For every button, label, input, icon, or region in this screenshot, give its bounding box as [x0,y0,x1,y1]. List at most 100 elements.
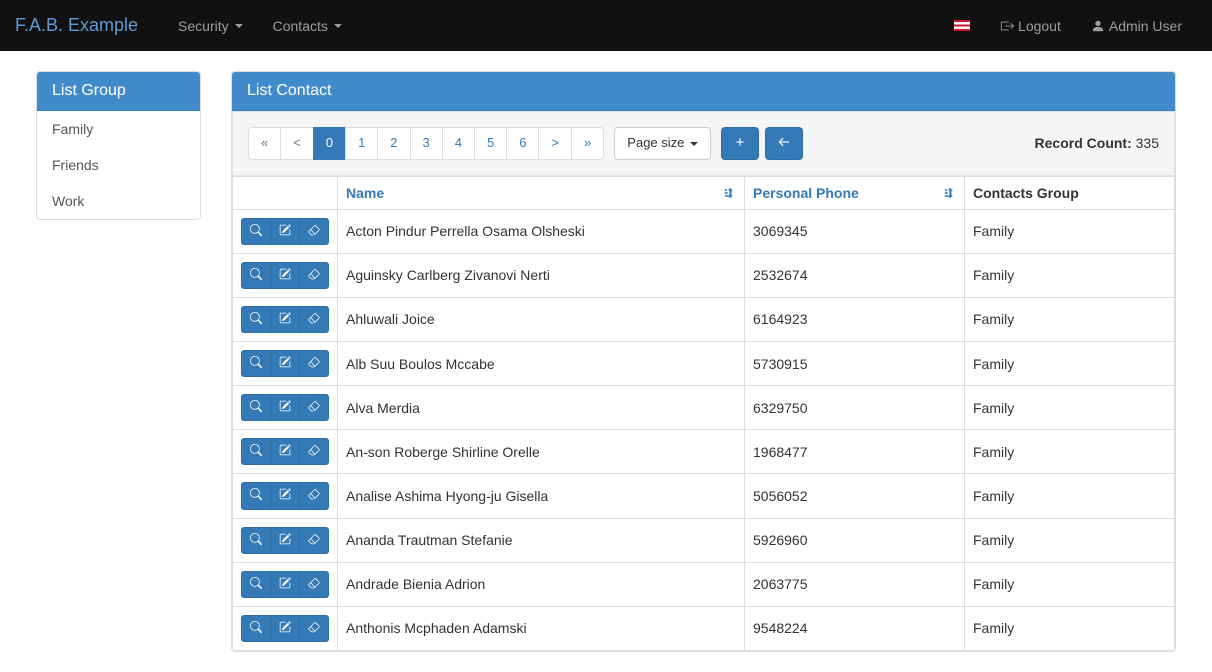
logout-icon [1000,19,1014,33]
sidebar-item-friends[interactable]: Friends [37,147,200,183]
edit-icon [279,621,291,633]
row-actions [241,394,329,421]
list-group-panel: List Group Family Friends Work [36,71,201,220]
pagination: « < 0 1 2 3 4 5 6 > » [248,127,604,160]
row-delete-button[interactable] [299,306,329,333]
search-icon [250,312,262,324]
row-show-button[interactable] [241,262,271,289]
logout-link[interactable]: Logout [985,3,1076,49]
cell-group: Family [965,606,1175,650]
sort-icon[interactable] [944,187,956,199]
list-contact-panel: List Contact « < 0 1 2 3 4 5 6 > » [231,71,1176,652]
row-edit-button[interactable] [270,262,300,289]
cell-name: An-son Roberge Shirline Orelle [338,430,745,474]
cell-name: Ahluwali Joice [338,297,745,341]
list-contact-heading: List Contact [232,72,1175,111]
row-edit-button[interactable] [270,306,300,333]
row-show-button[interactable] [241,571,271,598]
row-delete-button[interactable] [299,615,329,642]
cell-group: Family [965,474,1175,518]
page-size-button[interactable]: Page size [614,127,711,160]
row-edit-button[interactable] [270,527,300,554]
row-delete-button[interactable] [299,350,329,377]
row-show-button[interactable] [241,350,271,377]
cell-phone: 9548224 [745,606,965,650]
row-delete-button[interactable] [299,482,329,509]
row-edit-button[interactable] [270,615,300,642]
col-personal-phone[interactable]: Personal Phone [745,176,965,209]
page-2[interactable]: 2 [377,127,410,160]
row-delete-button[interactable] [299,438,329,465]
page-prev[interactable]: < [280,127,314,160]
col-name[interactable]: Name [338,176,745,209]
flag-icon [954,20,970,31]
cell-name: Alva Merdia [338,386,745,430]
row-show-button[interactable] [241,218,271,245]
edit-icon [279,533,291,545]
cell-name: Analise Ashima Hyong-ju Gisella [338,474,745,518]
edit-icon [279,488,291,500]
row-show-button[interactable] [241,482,271,509]
row-edit-button[interactable] [270,438,300,465]
cell-name: Aguinsky Carlberg Zivanovi Nerti [338,253,745,297]
cell-group: Family [965,562,1175,606]
row-edit-button[interactable] [270,218,300,245]
edit-icon [279,577,291,589]
row-show-button[interactable] [241,438,271,465]
back-button[interactable] [765,127,803,160]
row-show-button[interactable] [241,615,271,642]
row-actions [241,438,329,465]
nav-contacts[interactable]: Contacts [258,3,357,49]
cell-group: Family [965,430,1175,474]
row-show-button[interactable] [241,306,271,333]
language-selector[interactable] [939,5,985,46]
brand-link[interactable]: F.A.B. Example [15,0,153,51]
page-last[interactable]: » [571,127,604,160]
search-icon [250,488,262,500]
sort-icon[interactable] [724,187,736,199]
page-size-label: Page size [627,135,684,150]
cell-phone: 5730915 [745,341,965,385]
eraser-icon [308,312,320,324]
col-name-label: Name [346,185,384,201]
page-5[interactable]: 5 [474,127,507,160]
nav-security[interactable]: Security [163,3,258,49]
row-delete-button[interactable] [299,262,329,289]
eraser-icon [308,577,320,589]
row-show-button[interactable] [241,394,271,421]
row-edit-button[interactable] [270,482,300,509]
cell-name: Andrade Bienia Adrion [338,562,745,606]
row-delete-button[interactable] [299,218,329,245]
user-menu[interactable]: Admin User [1076,3,1197,49]
col-phone-label: Personal Phone [753,185,859,201]
row-actions [241,262,329,289]
caret-icon [235,24,243,28]
row-show-button[interactable] [241,527,271,554]
edit-icon [279,268,291,280]
page-1[interactable]: 1 [345,127,378,160]
page-0[interactable]: 0 [313,127,346,160]
add-button[interactable] [721,127,759,160]
row-edit-button[interactable] [270,394,300,421]
col-contacts-group: Contacts Group [965,176,1175,209]
page-6[interactable]: 6 [506,127,539,160]
sidebar-item-work[interactable]: Work [37,183,200,219]
table-row: Andrade Bienia Adrion 2063775 Family [233,562,1175,606]
eraser-icon [308,488,320,500]
page-3[interactable]: 3 [410,127,443,160]
sidebar-item-family[interactable]: Family [37,111,200,147]
search-icon [250,224,262,236]
row-delete-button[interactable] [299,394,329,421]
main: List Contact « < 0 1 2 3 4 5 6 > » [231,71,1176,652]
row-delete-button[interactable] [299,527,329,554]
row-delete-button[interactable] [299,571,329,598]
cell-group: Family [965,341,1175,385]
search-icon [250,621,262,633]
page-next[interactable]: > [538,127,572,160]
page-4[interactable]: 4 [442,127,475,160]
row-edit-button[interactable] [270,350,300,377]
page-first[interactable]: « [248,127,281,160]
edit-icon [279,312,291,324]
row-edit-button[interactable] [270,571,300,598]
caret-icon [334,24,342,28]
